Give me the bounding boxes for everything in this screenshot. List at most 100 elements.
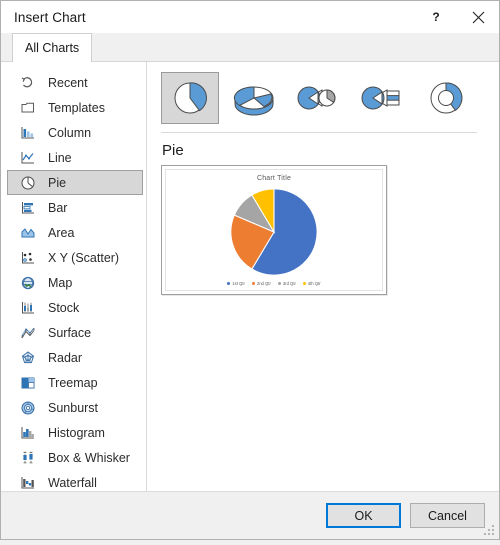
sidebar-item-scatter[interactable]: X Y (Scatter) [7,245,143,270]
sidebar-item-label: Map [48,275,73,290]
ok-button[interactable]: OK [326,503,401,528]
sidebar-item-label: Radar [48,350,83,365]
legend-swatch [277,282,281,285]
page-title: Insert Chart [14,9,86,25]
preview-heading: Pie [162,142,184,159]
map-chart-icon [19,274,36,291]
title-bar: Insert Chart ? [1,1,499,33]
chart-category-list[interactable]: Recent Templates Column Line Pie Bar Are… [1,62,147,540]
dialog-footer: OK Cancel [1,491,499,539]
pie-of-pie-subtype-icon [297,86,336,110]
radar-chart-icon [19,349,36,366]
chart-preview[interactable]: Chart Title 1st Qtr 2nd Qtr 3rd Qtr 4th Qtr [161,165,387,295]
chart-preview-canvas: Chart Title 1st Qtr 2nd Qtr 3rd Qtr 4th Qtr [165,169,383,291]
sidebar-item-label: Column [48,125,92,140]
sidebar-item-label: Bar [48,200,68,215]
sidebar-item-bar[interactable]: Bar [7,195,143,220]
window-buttons: ? [415,1,499,33]
templates-icon [19,99,36,116]
close-button[interactable] [457,1,499,33]
sidebar-item-label: Area [48,225,75,240]
tab-all-charts[interactable]: All Charts [12,33,93,62]
sidebar-item-recent[interactable]: Recent [7,70,143,95]
sidebar-item-area[interactable]: Area [7,220,143,245]
sidebar-item-label: Line [48,150,72,165]
sidebar-item-map[interactable]: Map [7,270,143,295]
column-chart-icon [19,124,36,141]
surface-chart-icon [19,324,36,341]
ok-button-label: OK [354,508,373,523]
sidebar-item-label: Pie [48,175,67,190]
sidebar-item-sunburst[interactable]: Sunburst [7,395,143,420]
sidebar-item-label: Stock [48,300,80,315]
sidebar-item-column[interactable]: Column [7,120,143,145]
legend-swatch [302,282,306,285]
subtype-pie-of-pie[interactable] [289,72,347,124]
sidebar-item-templates[interactable]: Templates [7,95,143,120]
stock-chart-icon [19,299,36,316]
help-button[interactable]: ? [415,1,457,33]
sidebar-item-line[interactable]: Line [7,145,143,170]
chart-subtype-thumbnails [161,72,485,124]
sidebar-item-surface[interactable]: Surface [7,320,143,345]
subtype-divider [161,132,477,133]
pie-chart-graphic [230,188,318,276]
scatter-chart-icon [19,249,36,266]
box-whisker-chart-icon [19,449,36,466]
dialog-body: Recent Templates Column Line Pie Bar Are… [1,62,499,540]
sidebar-item-label: Templates [48,100,105,115]
tab-all-charts-label: All Charts [25,41,80,55]
chart-subtype-pane: Pie Chart Title 1st Qtr 2nd Qtr 3rd Qtr 4th… [147,62,499,491]
sidebar-item-box-whisker[interactable]: Box & Whisker [7,445,143,470]
legend-item: 4th Qtr [302,281,321,286]
legend-label: 2nd Qtr [256,281,271,286]
chart-legend: 1st Qtr 2nd Qtr 3rd Qtr 4th Qtr [166,281,382,286]
subtype-doughnut[interactable] [417,72,475,124]
treemap-chart-icon [19,374,36,391]
sidebar-item-label: Histogram [48,425,105,440]
chart-title: Chart Title [256,175,292,182]
sidebar-item-treemap[interactable]: Treemap [7,370,143,395]
legend-item: 1st Qtr [227,281,245,286]
legend-label: 3rd Qtr [282,281,296,286]
cancel-button-label: Cancel [428,508,467,523]
sidebar-item-label: X Y (Scatter) [48,250,120,265]
resize-grip[interactable] [484,525,496,537]
sidebar-item-label: Sunburst [48,400,99,415]
sidebar-item-histogram[interactable]: Histogram [7,420,143,445]
legend-swatch [251,282,255,285]
line-chart-icon [19,149,36,166]
subtype-bar-of-pie[interactable] [353,72,411,124]
insert-chart-dialog: Insert Chart ? All Charts Recent Templat… [0,0,500,540]
doughnut-subtype-icon [430,82,463,114]
legend-label: 1st Qtr [232,281,245,286]
sidebar-item-pie[interactable]: Pie [7,170,143,195]
cancel-button[interactable]: Cancel [410,503,485,528]
histogram-chart-icon [19,424,36,441]
bar-of-pie-subtype-icon [361,86,400,110]
sidebar-item-label: Box & Whisker [48,450,130,465]
subtype-pie[interactable] [161,72,219,124]
sidebar-item-label: Waterfall [48,475,97,490]
sidebar-item-label: Recent [48,75,88,90]
pie-slices [230,188,318,276]
bar-chart-icon [19,199,36,216]
legend-item: 3rd Qtr [277,281,296,286]
legend-swatch [227,282,231,285]
pie-chart-icon [19,174,36,191]
sidebar-item-stock[interactable]: Stock [7,295,143,320]
sidebar-item-label: Treemap [48,375,98,390]
pie-subtype-icon [174,82,207,114]
sunburst-chart-icon [19,399,36,416]
legend-label: 4th Qtr [307,281,321,286]
close-icon [472,11,484,23]
subtype-pie-3d[interactable] [225,72,283,124]
svg-text:?: ? [432,10,439,24]
area-chart-icon [19,224,36,241]
legend-item: 2nd Qtr [251,281,271,286]
sidebar-item-radar[interactable]: Radar [7,345,143,370]
recent-icon [19,74,36,91]
question-mark-icon: ? [432,10,439,24]
tab-strip: All Charts [1,33,499,62]
waterfall-chart-icon [19,474,36,491]
